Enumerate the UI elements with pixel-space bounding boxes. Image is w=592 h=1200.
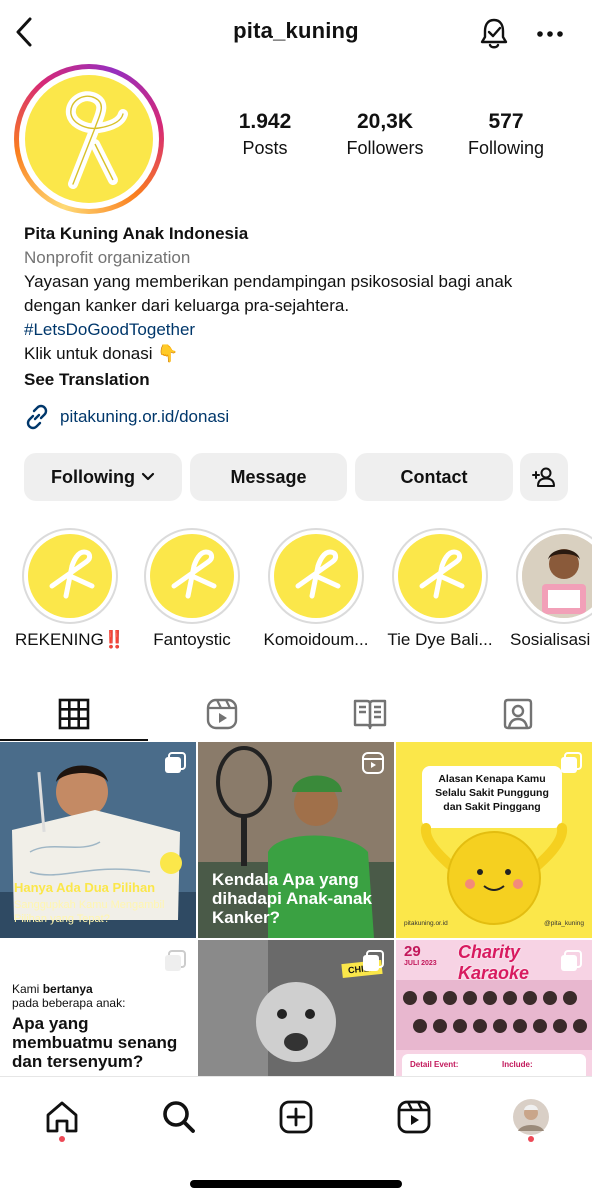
highlight-label: Sosialisasi [510, 630, 591, 649]
following-stat[interactable]: 577 Following [446, 110, 566, 159]
multiple-images-icon [165, 950, 186, 971]
profile-display-name: Pita Kuning Anak Indonesia [24, 224, 249, 243]
notifications-button[interactable] [474, 14, 514, 54]
post-title: Hanya Ada Dua Pilihan [14, 880, 156, 895]
posts-stat[interactable]: 1.942 Posts [205, 110, 325, 159]
multiple-images-icon [363, 950, 384, 971]
posts-grid: Hanya Ada Dua Pilihan Sanggupkah Kamu Me… [0, 742, 592, 1076]
ribbon-icon [150, 534, 234, 618]
reels-icon [397, 1100, 431, 1134]
tab-reels[interactable] [148, 686, 296, 742]
ribbon-badge [160, 852, 182, 874]
tab-posts-grid[interactable] [0, 686, 148, 742]
back-button[interactable] [8, 14, 40, 50]
more-options-button[interactable] [530, 14, 570, 54]
tab-tagged[interactable] [444, 686, 592, 742]
bell-check-icon [480, 18, 508, 49]
contact-button[interactable]: Contact [355, 453, 513, 501]
suggested-people-button[interactable] [520, 453, 568, 501]
profile-category: Nonprofit organization [24, 248, 191, 267]
ribbon-icon [274, 534, 358, 618]
multiple-images-icon [165, 752, 186, 773]
nav-reels[interactable] [386, 1091, 442, 1143]
post-thumbnail[interactable]: Kami bertanya pada beberapa anak: Apa ya… [0, 940, 196, 1076]
chevron-down-icon [141, 472, 155, 481]
nav-search[interactable] [151, 1091, 207, 1143]
reels-icon [362, 752, 384, 774]
event-details-card: Detail Event: Include: [402, 1054, 586, 1076]
add-person-icon [532, 467, 555, 487]
event-include-heading: Include: [502, 1060, 533, 1069]
posts-count: 1.942 [238, 110, 292, 133]
post-title: Apa yang membuatmu senang dan tersenyum? [12, 1014, 178, 1071]
reels-icon [206, 698, 238, 730]
bio-line-1: Yayasan yang memberikan pendampingan psi… [24, 272, 513, 291]
tagged-person-icon [503, 698, 533, 730]
grid-icon [58, 698, 90, 730]
highlight-label: REKENING‼️ [15, 630, 125, 649]
following-count: 577 [488, 110, 524, 133]
following-button-label: Following [51, 466, 135, 487]
chevron-left-icon [16, 17, 32, 47]
website-url: pitakuning.or.id/donasi [60, 407, 230, 426]
following-button[interactable]: Following [24, 453, 182, 501]
home-icon [46, 1101, 78, 1133]
post-footer-site: pitakuning.or.id [404, 920, 448, 927]
multiple-images-icon [561, 950, 582, 971]
plus-square-icon [279, 1100, 313, 1134]
event-detail-heading: Detail Event: [410, 1060, 459, 1069]
more-horizontal-icon [537, 31, 563, 37]
see-translation-link[interactable]: See Translation [24, 368, 580, 392]
nav-create[interactable] [268, 1091, 324, 1143]
post-footer-handle: @pita_kuning [544, 920, 584, 927]
contact-button-label: Contact [400, 466, 468, 487]
post-title: Kendala Apa yang dihadapi Anak-anak Kank… [212, 870, 372, 927]
post-intro: Kami bertanya pada beberapa anak: [12, 982, 126, 1010]
tab-guides[interactable] [296, 686, 444, 742]
profile-notification-dot [528, 1136, 534, 1142]
posts-label: Posts [242, 138, 288, 158]
post-thumbnail[interactable]: Hanya Ada Dua Pilihan Sanggupkah Kamu Me… [0, 742, 196, 938]
story-highlights: REKENING‼️ Fantoystic Komoidoum... Tie D… [0, 528, 592, 658]
profile-website-link[interactable]: pitakuning.or.id/donasi [24, 404, 229, 430]
post-thumbnail[interactable]: Kendala Apa yang dihadapi Anak-anak Kank… [198, 742, 394, 938]
search-icon [163, 1101, 195, 1133]
post-thumbnail[interactable]: 29 JULI 2023 Charity Karaoke Detail Even… [396, 940, 592, 1076]
followers-label: Followers [346, 138, 424, 158]
bio-cta: Klik untuk donasi 👇 [24, 344, 179, 363]
profile-stats: 1.942 Posts 20,3K Followers 577 Followin… [0, 110, 592, 170]
highlight-label: Komoidoum... [263, 630, 369, 649]
link-icon [26, 404, 48, 430]
ribbon-icon [28, 534, 112, 618]
ribbon-icon [398, 534, 482, 618]
profile-actions: Following Message Contact [24, 453, 568, 501]
message-button-label: Message [230, 466, 307, 487]
message-button[interactable]: Message [190, 453, 347, 501]
post-subtitle: Sanggupkah Kamu Mengambil Pilihan yang T… [14, 899, 165, 925]
guides-book-icon [353, 699, 387, 730]
following-label: Following [467, 138, 545, 158]
bio-hashtag[interactable]: #LetsDoGoodTogether [24, 318, 580, 342]
home-notification-dot [59, 1136, 65, 1142]
followers-count: 20,3K [356, 110, 414, 133]
bio-line-2: dengan kanker dari keluarga pra-sejahter… [24, 296, 350, 315]
multiple-images-icon [561, 752, 582, 773]
profile-tabs [0, 686, 592, 742]
active-tab-indicator [0, 739, 148, 741]
event-date-rest: JULI 2023 [404, 960, 437, 967]
followers-stat[interactable]: 20,3K Followers [325, 110, 445, 159]
event-date-day: 29 [404, 943, 421, 960]
post-thumbnail[interactable]: Alasan Kenapa Kamu Selalu Sakit Punggung… [396, 742, 592, 938]
profile-bio: Pita Kuning Anak Indonesia Nonprofit org… [24, 222, 580, 392]
top-bar: pita_kuning [0, 0, 592, 68]
child-photo [522, 534, 592, 618]
group-photo [396, 980, 592, 1050]
home-indicator[interactable] [190, 1180, 402, 1188]
highlight-label: Fantoystic [153, 630, 231, 649]
highlight-label: Tie Dye Bali... [387, 630, 493, 649]
profile-avatar-icon [513, 1099, 549, 1135]
post-thumbnail[interactable]: CHILD [198, 940, 394, 1076]
